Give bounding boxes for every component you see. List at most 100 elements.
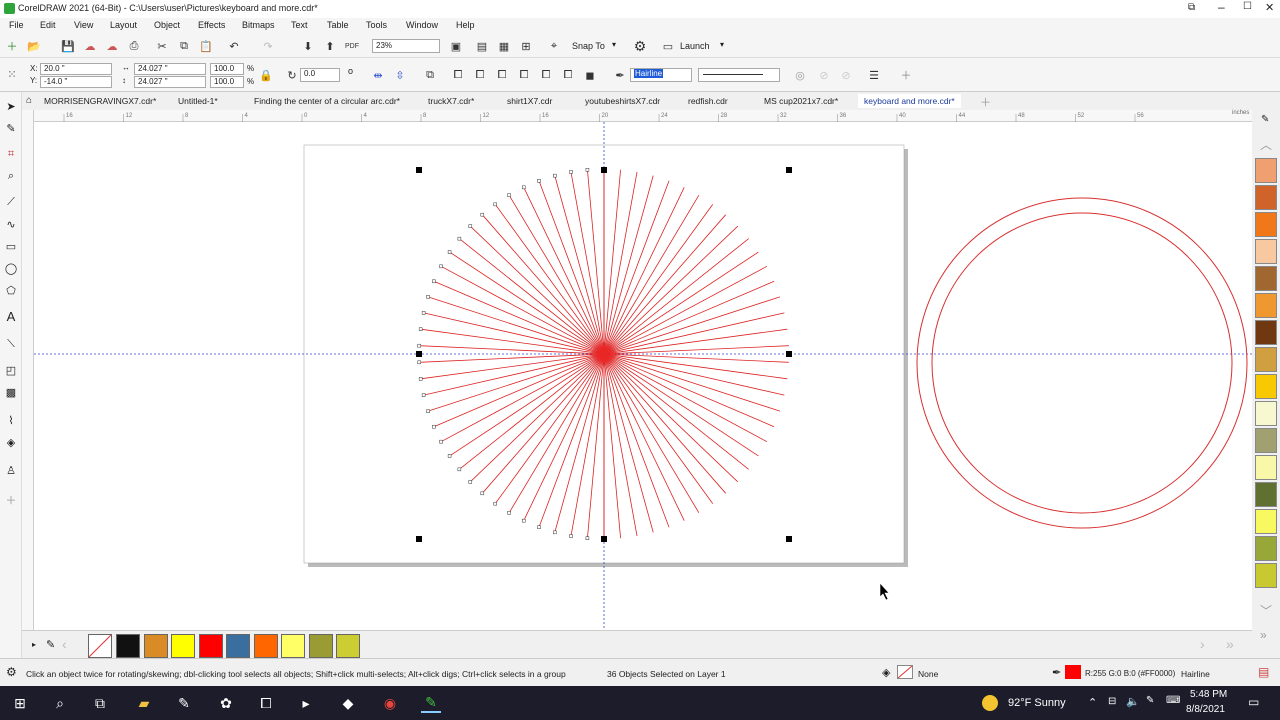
- object-origin-icon[interactable]: ⁙: [4, 66, 20, 82]
- ellipse-tool-icon[interactable]: ◯: [3, 260, 19, 276]
- trim-icon[interactable]: ⧠: [472, 67, 488, 83]
- tab-youtubeshirts[interactable]: youtubeshirtsX7.cdr: [585, 96, 660, 106]
- crop-tool-icon[interactable]: ⌗: [3, 146, 19, 162]
- drawing-canvas[interactable]: [34, 122, 1252, 630]
- line-node[interactable]: [468, 224, 473, 228]
- vertical-ruler[interactable]: [22, 110, 34, 630]
- redo-icon[interactable]: ↷: [260, 38, 276, 54]
- color-swatch[interactable]: [1255, 482, 1277, 507]
- selection-handle-right[interactable]: [786, 351, 792, 357]
- minimize-button[interactable]: –: [1218, 0, 1225, 14]
- maximize-button[interactable]: ☐: [1243, 1, 1252, 12]
- chevron-down-icon[interactable]: ▾: [720, 40, 724, 49]
- back-minus-front-icon[interactable]: ⧠: [560, 67, 576, 83]
- rectangle-tool-icon[interactable]: ▭: [3, 238, 19, 254]
- color-swatch[interactable]: [198, 634, 223, 658]
- transparency-tool-icon[interactable]: ▩: [3, 384, 19, 400]
- notifications-icon[interactable]: ▭: [1248, 695, 1259, 709]
- home-icon[interactable]: ⌂: [26, 95, 32, 106]
- line-node[interactable]: [537, 525, 541, 529]
- menu-object[interactable]: Object: [154, 20, 180, 30]
- intersect-icon[interactable]: ⧠: [494, 67, 510, 83]
- tab-morrisengraving[interactable]: MORRISENGRAVINGX7.cdr*: [44, 96, 156, 106]
- pick-tool-icon[interactable]: ➤: [3, 98, 19, 114]
- line-node[interactable]: [457, 236, 462, 241]
- pen-workspace-icon[interactable]: ✎: [1146, 695, 1154, 706]
- full-screen-icon[interactable]: ▣: [448, 38, 464, 54]
- line-node[interactable]: [493, 202, 498, 207]
- line-node[interactable]: [553, 173, 557, 178]
- rotation-field[interactable]: 0.0: [300, 68, 340, 82]
- speaker-icon[interactable]: 🔈: [1126, 695, 1140, 708]
- weather-text[interactable]: 92°F Sunny: [1008, 697, 1066, 709]
- selection-handle-bottom-left[interactable]: [416, 536, 422, 542]
- line-node[interactable]: [432, 279, 436, 284]
- x-position-field[interactable]: 20.0 ": [40, 63, 112, 75]
- y-position-field[interactable]: -14.0 ": [40, 76, 112, 88]
- menu-text[interactable]: Text: [291, 20, 308, 30]
- color-swatch[interactable]: [1255, 509, 1277, 534]
- mirror-vertical-icon[interactable]: ⇳: [392, 67, 408, 83]
- line-node[interactable]: [417, 360, 421, 365]
- line-node[interactable]: [507, 193, 511, 197]
- color-swatch[interactable]: [1255, 536, 1277, 561]
- fill-none-swatch[interactable]: [897, 665, 913, 679]
- line-node[interactable]: [521, 518, 526, 523]
- scroll-left-icon[interactable]: ‹: [62, 636, 67, 652]
- copy-icon[interactable]: ⧉: [176, 38, 192, 54]
- color-swatch[interactable]: [1255, 374, 1277, 399]
- color-swatch[interactable]: [1255, 428, 1277, 453]
- pen-outline-icon[interactable]: ✒: [612, 67, 628, 83]
- line-node[interactable]: [585, 167, 590, 172]
- eyedropper-icon[interactable]: ✎: [1261, 114, 1269, 125]
- close-button[interactable]: ✕: [1265, 1, 1274, 14]
- launch-icon[interactable]: ▭: [660, 38, 676, 54]
- color-swatch[interactable]: [281, 634, 305, 658]
- line-node[interactable]: [468, 480, 473, 484]
- line-node[interactable]: [439, 439, 443, 444]
- inner-circle[interactable]: [931, 212, 1233, 514]
- color-swatch[interactable]: [1255, 212, 1277, 237]
- polygon-tool-icon[interactable]: ⬠: [3, 282, 19, 298]
- unlink-icon[interactable]: ⊘: [838, 67, 854, 83]
- weld-icon[interactable]: ⧠: [450, 67, 466, 83]
- line-node[interactable]: [521, 185, 526, 190]
- chrome-icon[interactable]: ◉: [380, 693, 400, 713]
- menu-layout[interactable]: Layout: [110, 20, 137, 30]
- menu-edit[interactable]: Edit: [40, 20, 56, 30]
- eyedropper-icon[interactable]: ✎: [46, 638, 55, 651]
- line-node[interactable]: [480, 212, 485, 217]
- line-node[interactable]: [418, 377, 423, 381]
- menu-tools[interactable]: Tools: [366, 20, 387, 30]
- no-color-swatch[interactable]: [88, 634, 112, 658]
- add-icon[interactable]: ＋: [898, 67, 914, 83]
- color-proof-icon[interactable]: ▤: [1258, 665, 1269, 679]
- clock-date[interactable]: 8/8/2021: [1186, 704, 1225, 715]
- artistic-media-icon[interactable]: ∿: [3, 216, 19, 232]
- color-swatch[interactable]: [1255, 185, 1277, 210]
- color-swatch[interactable]: [1255, 293, 1277, 318]
- search-icon[interactable]: ⌕: [50, 693, 70, 713]
- line-node[interactable]: [447, 454, 452, 458]
- align-icon[interactable]: ☰: [866, 67, 882, 83]
- line-node[interactable]: [553, 530, 557, 535]
- rotate-icon[interactable]: ↻: [284, 67, 300, 83]
- tab-shirt1[interactable]: shirt1X7.cdr: [507, 96, 552, 106]
- app-icon-1[interactable]: ✎: [174, 693, 194, 713]
- new-document-icon[interactable]: ＋: [4, 38, 20, 54]
- color-swatch[interactable]: [1255, 320, 1277, 345]
- color-swatch[interactable]: [253, 634, 278, 658]
- cut-icon[interactable]: ✂: [154, 38, 170, 54]
- text-tool-icon[interactable]: A: [3, 308, 19, 324]
- app-icon-2[interactable]: ✿: [216, 693, 236, 713]
- scale-width-field[interactable]: 100.0: [210, 63, 244, 75]
- selection-handle-top-right[interactable]: [786, 167, 792, 173]
- line-node[interactable]: [421, 393, 426, 397]
- import-icon[interactable]: ⬇: [300, 38, 316, 54]
- line-node[interactable]: [418, 327, 423, 331]
- color-swatch[interactable]: [308, 634, 333, 658]
- windows-start-icon[interactable]: ⊞: [10, 693, 30, 713]
- convert-to-curves-icon[interactable]: ◎: [792, 67, 808, 83]
- line-node[interactable]: [585, 536, 590, 541]
- menu-help[interactable]: Help: [456, 20, 475, 30]
